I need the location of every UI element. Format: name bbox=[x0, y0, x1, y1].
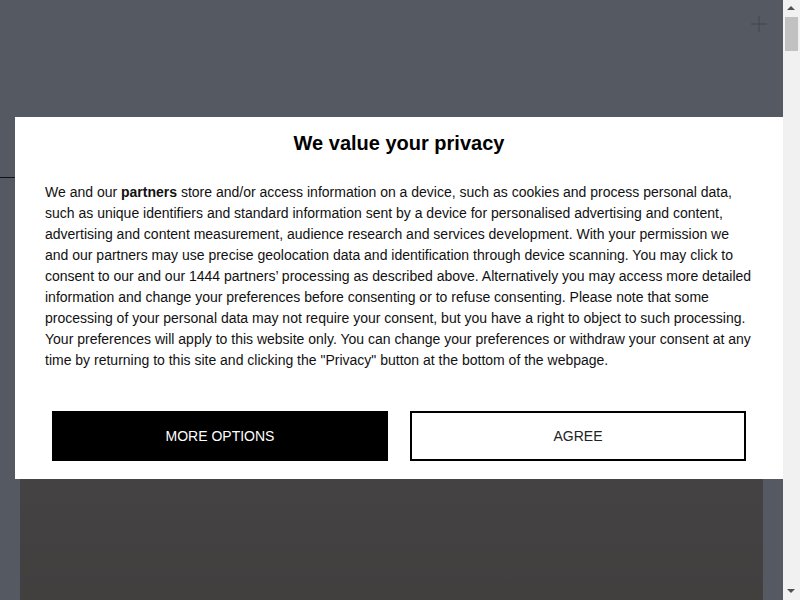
page: We value your privacy We and our partners… bbox=[0, 0, 783, 600]
dialog-title: We value your privacy bbox=[45, 131, 753, 155]
consent-dialog: We value your privacy We and our partners… bbox=[15, 117, 783, 479]
more-options-button[interactable]: MORE OPTIONS bbox=[52, 411, 388, 461]
body-text: store and/or access information on a dev… bbox=[45, 184, 751, 368]
body-text: We and our bbox=[45, 184, 121, 200]
screen: We value your privacy We and our partners… bbox=[0, 0, 800, 600]
dialog-body: We and our partners store and/or access … bbox=[45, 182, 753, 371]
scroll-thumb[interactable] bbox=[785, 17, 798, 51]
scroll-down-icon[interactable] bbox=[783, 583, 800, 600]
button-row: MORE OPTIONS AGREE bbox=[45, 411, 753, 461]
scrollbar[interactable] bbox=[783, 0, 800, 600]
scroll-up-icon[interactable] bbox=[783, 0, 800, 17]
scroll-track[interactable] bbox=[783, 17, 800, 583]
partners-link[interactable]: partners bbox=[121, 184, 177, 200]
agree-button[interactable]: AGREE bbox=[410, 411, 746, 461]
